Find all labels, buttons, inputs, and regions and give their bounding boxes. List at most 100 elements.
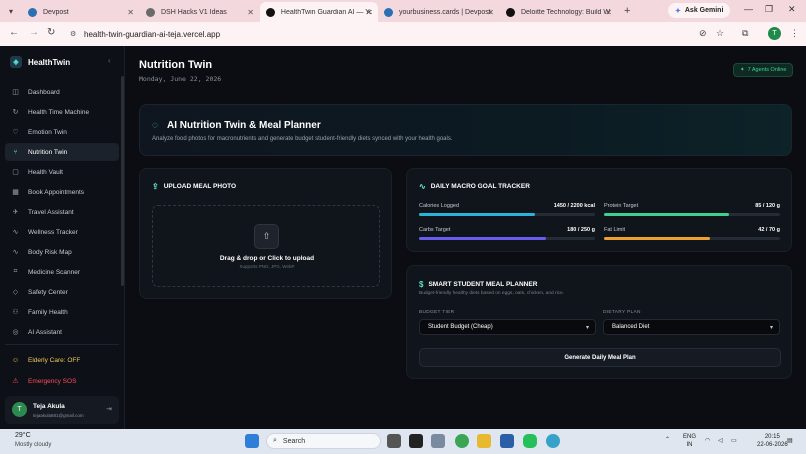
battery-icon[interactable]: ▭ (731, 437, 737, 445)
chevron-up-icon[interactable]: ⌃ (665, 436, 670, 444)
metric-label: Calories Logged (419, 203, 460, 209)
dietary-plan-select[interactable]: Balanced Diet ▾ (603, 319, 780, 335)
sidebar-item-health-time-machine[interactable]: ↻ Health Time Machine (5, 103, 119, 121)
sidebar-item-family-health[interactable]: ⚇ Family Health (5, 303, 119, 321)
wifi-icon[interactable]: ◠ (705, 437, 710, 445)
task-view-icon[interactable] (387, 434, 401, 448)
brand[interactable]: ◈ HealthTwin (10, 56, 70, 68)
generate-meal-plan-button[interactable]: Generate Daily Meal Plan (419, 348, 781, 367)
vercel-favicon-icon (266, 7, 275, 17)
new-tab-button[interactable]: + (624, 5, 630, 17)
page-date: Monday, June 22, 2026 (139, 75, 222, 83)
close-icon[interactable]: ✕ (247, 8, 254, 17)
sidebar-item-label: Health Vault (28, 168, 63, 176)
volume-icon[interactable]: ◁ (718, 437, 723, 445)
utensils-icon: ⑂ (13, 148, 18, 156)
upload-arrow-icon[interactable]: ⇧ (254, 224, 279, 249)
smile-icon: ☺ (11, 356, 20, 364)
tab-title: Devpost (43, 8, 69, 16)
sidebar-item-body-risk-map[interactable]: ∿ Body Risk Map (5, 243, 119, 261)
tab-yourbusiness[interactable]: yourbusiness.cards | Devpost ✕ (378, 2, 500, 22)
close-icon[interactable]: ✕ (127, 8, 134, 17)
tab-healthtwin[interactable]: HealthTwin Guardian AI — Yo ✕ (260, 2, 378, 22)
elderly-care-toggle[interactable]: ☺ Elderly Care: OFF (5, 351, 119, 369)
agents-online-label: 7 Agents Online (747, 67, 787, 73)
language-indicator[interactable]: ENG IN (683, 433, 696, 449)
sidebar-item-label: Body Risk Map (28, 248, 72, 256)
store-icon[interactable] (500, 434, 514, 448)
browser-tab-bar: ▾ Devpost ✕ DSH Hacks V1 Ideas ✕ HealthT… (0, 0, 806, 22)
sidebar-item-book-appointments[interactable]: ▦ Book Appointments (5, 183, 119, 201)
progress-track (419, 213, 595, 216)
card-title: $ SMART STUDENT MEAL PLANNER (419, 280, 537, 289)
search-label: Search (282, 437, 306, 445)
windows-start-icon[interactable] (245, 434, 259, 448)
sidebar-item-safety-center[interactable]: ◇ Safety Center (5, 283, 119, 301)
sidebar-scrollbar[interactable] (121, 76, 124, 286)
collapse-sidebar-icon[interactable]: ‹ (108, 56, 111, 65)
logout-icon[interactable]: ⇥ (106, 405, 112, 413)
sidebar-item-medicine-scanner[interactable]: ⌗ Medicine Scanner (5, 263, 119, 281)
reload-icon[interactable]: ↻ (47, 27, 55, 38)
weather-temp[interactable]: 29°C (15, 432, 31, 439)
avatar: T (12, 402, 27, 417)
dollar-icon: $ (419, 280, 424, 289)
tab-list-icon[interactable]: ▾ (0, 7, 22, 16)
close-icon[interactable]: ✕ (605, 8, 612, 17)
upload-dropzone[interactable]: ⇧ Drag & drop or Click to upload Support… (152, 205, 380, 287)
dashboard-icon: ◫ (12, 89, 19, 96)
extensions-icon[interactable]: ⧉ (742, 28, 748, 39)
sidebar-item-label: AI Assistant (28, 328, 62, 336)
sidebar-item-dashboard[interactable]: ◫ Dashboard (5, 83, 119, 101)
heart-icon: ♡ (12, 129, 19, 136)
sidebar-item-ai-assistant[interactable]: ◎ AI Assistant (5, 323, 119, 341)
sidebar-item-travel-assistant[interactable]: ✈ Travel Assistant (5, 203, 119, 221)
budget-tier-select[interactable]: Student Budget (Cheap) ▾ (419, 319, 596, 335)
notifications-icon[interactable]: ▤ (787, 437, 793, 445)
profile-avatar[interactable]: T (768, 27, 781, 40)
menu-icon[interactable]: ⋮ (790, 28, 799, 39)
metric-label: Fat Limit (604, 227, 626, 233)
edge-icon[interactable] (546, 434, 560, 448)
history-icon: ↻ (12, 109, 19, 116)
maximize-icon[interactable]: ❐ (765, 4, 773, 15)
user-card: T Teja Akula tejaakula681@gmail.com ⇥ (5, 396, 119, 424)
ask-gemini-button[interactable]: ✦ Ask Gemini (668, 3, 731, 18)
sidebar-item-wellness-tracker[interactable]: ∿ Wellness Tracker (5, 223, 119, 241)
bookmark-star-icon[interactable]: ☆ (716, 28, 724, 39)
elderly-care-label: Elderly Care: OFF (28, 356, 81, 364)
terminal-icon[interactable] (409, 434, 423, 448)
chevron-down-icon: ▾ (769, 324, 773, 331)
sidebar-item-emotion-twin[interactable]: ♡ Emotion Twin (5, 123, 119, 141)
window-close-icon[interactable]: ✕ (788, 4, 796, 15)
status-badge: ✦ 7 Agents Online (733, 63, 794, 77)
tab-title: Deloitte Technology: Build W (521, 8, 610, 16)
close-icon[interactable]: ✕ (487, 8, 494, 17)
lang-region: IN (686, 442, 693, 448)
page-title: Nutrition Twin (139, 59, 213, 71)
minimize-icon[interactable]: — (744, 4, 753, 14)
close-icon[interactable]: ✕ (365, 8, 372, 17)
sidebar-item-health-vault[interactable]: ▢ Health Vault (5, 163, 119, 181)
url-field[interactable]: ⚙ health-twin-guardian-ai-teja.vercel.ap… (68, 26, 728, 42)
tab-dsh-hacks[interactable]: DSH Hacks V1 Ideas ✕ (140, 2, 260, 22)
tracking-off-icon[interactable]: ⊘ (699, 28, 707, 39)
metric-value: 42 / 70 g (758, 227, 780, 233)
tab-deloitte[interactable]: Deloitte Technology: Build W ✕ (500, 2, 618, 22)
whatsapp-icon[interactable] (523, 434, 537, 448)
settings-icon[interactable] (431, 434, 445, 448)
tab-devpost[interactable]: Devpost ✕ (22, 2, 140, 22)
emergency-sos-button[interactable]: ⚠ Emergency SOS (5, 372, 119, 390)
address-bar-row: ← → ↻ ⚙ health-twin-guardian-ai-teja.ver… (0, 22, 806, 46)
file-explorer-icon[interactable] (477, 434, 491, 448)
back-icon[interactable]: ← (9, 27, 19, 38)
chrome-icon[interactable] (455, 434, 469, 448)
sidebar-item-nutrition-twin[interactable]: ⑂ Nutrition Twin (5, 143, 119, 161)
clock[interactable]: 20:15 22-06-2026 (757, 433, 788, 449)
weather-desc[interactable]: Mostly cloudy (15, 442, 51, 448)
taskbar-search[interactable]: ⌕ Search (266, 433, 381, 449)
forward-icon[interactable]: → (29, 27, 39, 38)
card-title: ∿ DAILY MACRO GOAL TRACKER (419, 182, 530, 191)
metric-value: 1450 / 2200 kcal (553, 203, 595, 209)
site-info-icon[interactable]: ⚙ (70, 30, 76, 38)
